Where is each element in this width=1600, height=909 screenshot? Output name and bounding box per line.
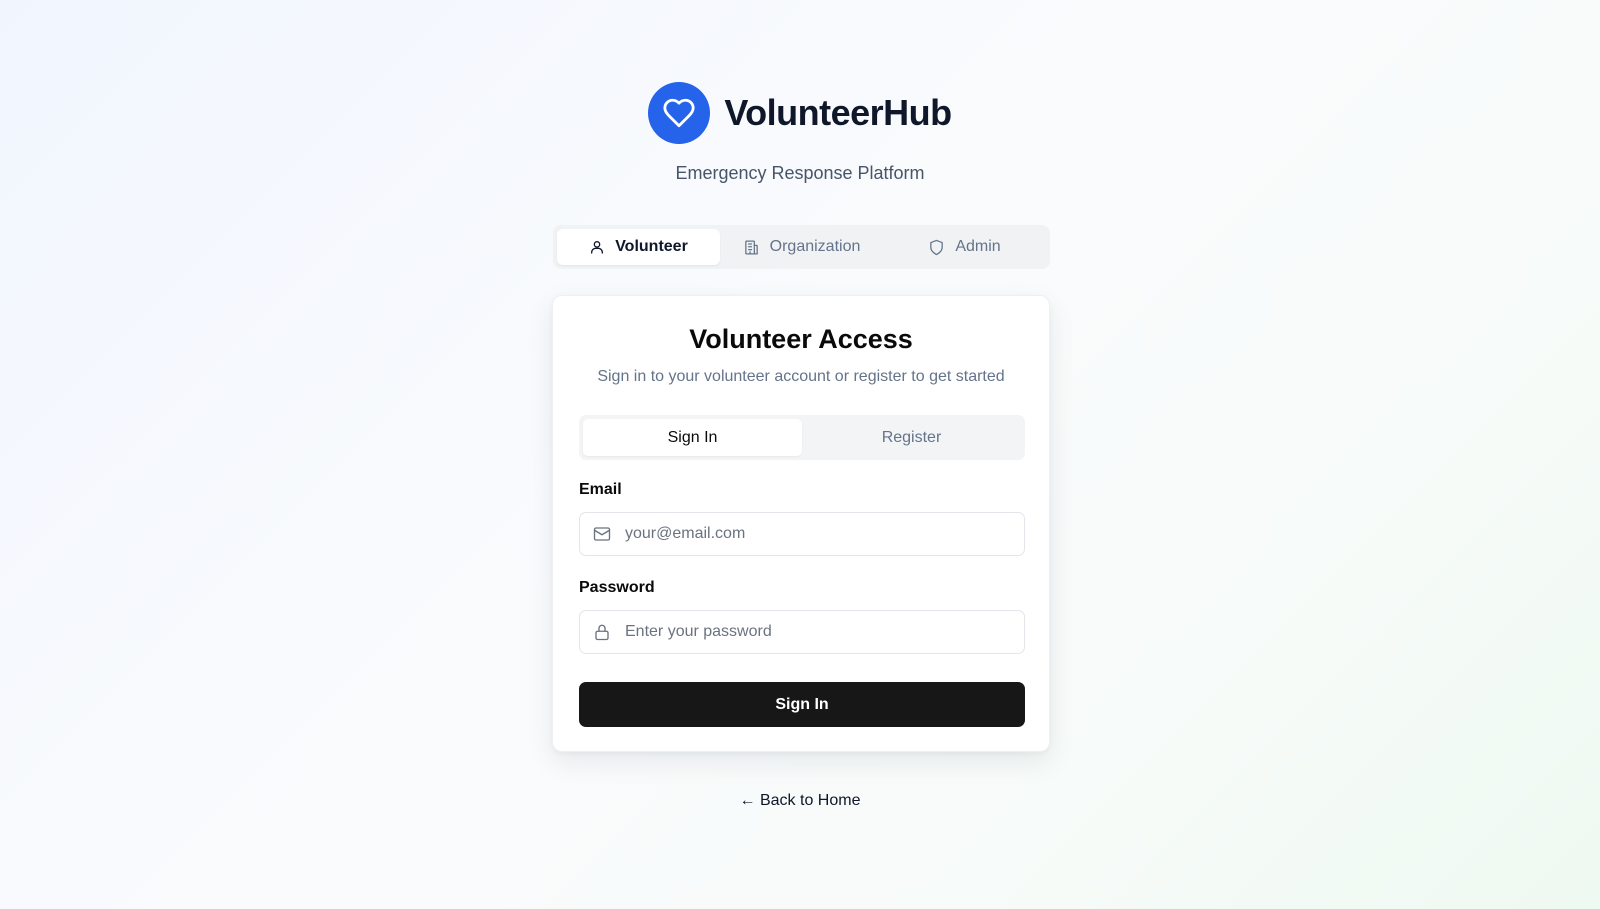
role-tabs: Volunteer Organization Admin xyxy=(553,225,1050,269)
sign-in-button[interactable]: Sign In xyxy=(579,682,1025,727)
email-input[interactable] xyxy=(580,513,1024,555)
shield-icon xyxy=(930,239,944,255)
heart-icon xyxy=(663,98,695,128)
tab-volunteer-label: Volunteer xyxy=(615,238,688,255)
login-card: Volunteer Access Sign in to your volunte… xyxy=(552,295,1050,752)
password-input[interactable] xyxy=(580,611,1024,653)
tab-register[interactable]: Register xyxy=(802,419,1021,456)
tab-organization[interactable]: Organization xyxy=(720,229,883,265)
card-subtitle: Sign in to your volunteer account or reg… xyxy=(597,368,1005,385)
user-icon xyxy=(591,241,604,254)
building-icon xyxy=(744,239,758,255)
tab-organization-label: Organization xyxy=(769,238,861,255)
tab-admin-label: Admin xyxy=(955,238,1001,255)
password-label: Password xyxy=(579,579,655,596)
login-page: VolunteerHub Emergency Response Platform… xyxy=(0,0,1600,909)
lock-icon xyxy=(595,624,609,641)
auth-tabs: Sign In Register xyxy=(579,415,1025,460)
card-title: Volunteer Access xyxy=(689,324,913,354)
tab-sign-in[interactable]: Sign In xyxy=(583,419,802,456)
password-field-wrapper xyxy=(579,610,1025,654)
email-field-wrapper xyxy=(579,512,1025,556)
back-to-home-link[interactable]: ← Back to Home xyxy=(0,792,1600,810)
brand-tagline: Emergency Response Platform xyxy=(675,163,925,183)
mail-icon xyxy=(593,527,611,541)
tab-admin[interactable]: Admin xyxy=(883,229,1046,265)
tab-volunteer[interactable]: Volunteer xyxy=(557,229,720,265)
brand-header: VolunteerHub xyxy=(0,82,1600,144)
email-label: Email xyxy=(579,481,622,498)
logo xyxy=(648,82,711,144)
brand-title: VolunteerHub xyxy=(724,92,952,133)
